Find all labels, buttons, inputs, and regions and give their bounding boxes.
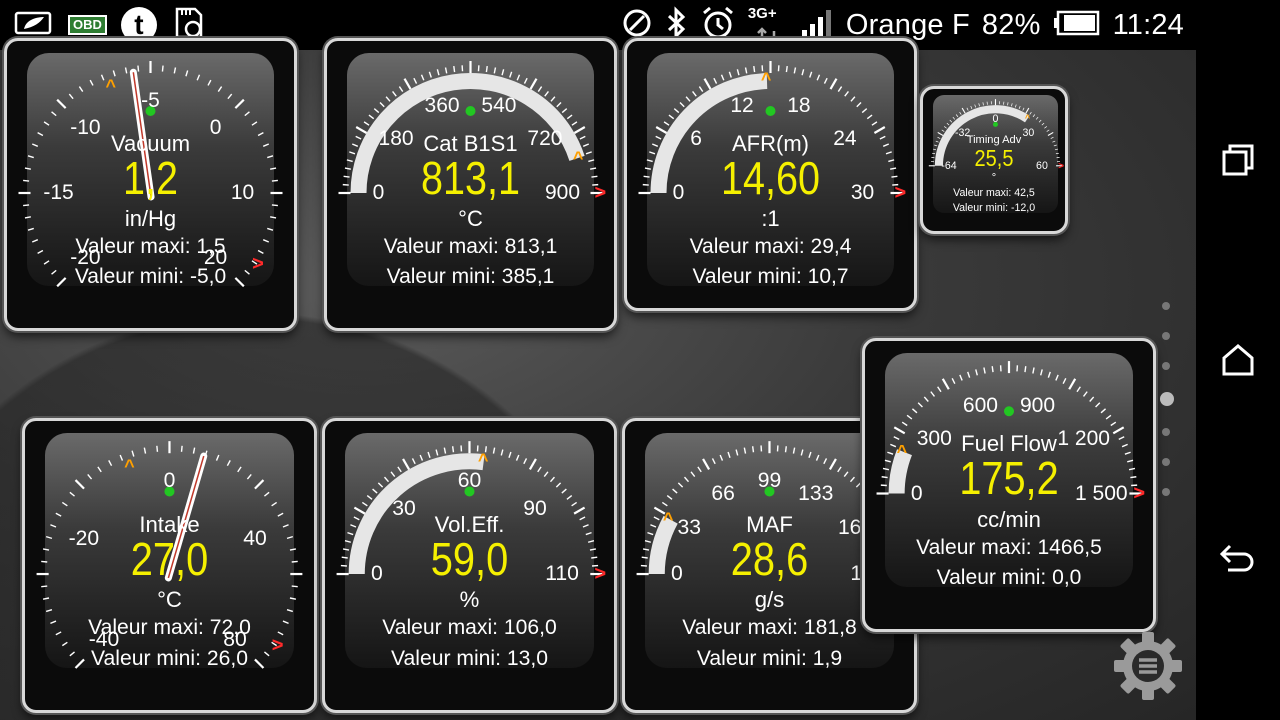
- gauge-min-stat: Valeur mini: 26,0: [91, 646, 248, 670]
- tick-label: 900: [1019, 393, 1056, 417]
- clock-time: 11:24: [1112, 8, 1184, 41]
- gauge-min-stat: Valeur mini: 13,0: [391, 646, 548, 670]
- gauge-value: 175,2: [959, 452, 1059, 505]
- gauge-value: 14,60: [720, 152, 821, 204]
- tick-label: 18: [787, 93, 811, 117]
- gauge-value: 813,1: [420, 152, 521, 204]
- settings-menu-button[interactable]: [1112, 630, 1184, 702]
- gauge-value: 28,6: [730, 532, 809, 585]
- gauge-min-stat: Valeur mini: -12,0: [952, 202, 1036, 215]
- tick-label: 66: [711, 481, 735, 505]
- svg-text:>: >: [895, 182, 907, 204]
- tick-label: 360: [424, 93, 460, 117]
- gauge-unit: °: [991, 172, 997, 185]
- gauge-value: 59,0: [430, 532, 509, 585]
- gauge-center-dot: [765, 106, 776, 116]
- gauge-max-stat: Valeur maxi: 1466,5: [916, 535, 1102, 559]
- gauge-min-stat: Valeur mini: 385,1: [386, 265, 555, 288]
- svg-text:^: ^: [106, 76, 117, 96]
- gauge-cat-b1s1[interactable]: > ^ 0 180 360 540 720 900 Cat B1S1 813,1 °C Valeur …: [324, 38, 617, 331]
- recent-apps-icon: [1222, 144, 1254, 176]
- svg-text:^: ^: [1025, 113, 1031, 123]
- gauge-fuel-flow[interactable]: > ^ 0 300 600 900 1 200 1 500 Fuel Flow 175,2 cc/m…: [862, 338, 1156, 632]
- gauge-value: 27,0: [130, 532, 209, 585]
- gauge-max-stat: Valeur maxi: 1,5: [75, 235, 226, 258]
- svg-text:>: >: [595, 182, 607, 204]
- page-dot[interactable]: [1162, 488, 1170, 496]
- svg-text:^: ^: [761, 69, 772, 89]
- home-button[interactable]: [1196, 320, 1280, 400]
- dashboard-screen: OBD t 3G+ Orange F 82% 11:24 > ^ -20 -15…: [0, 0, 1196, 720]
- tick-label: 99: [757, 469, 782, 493]
- home-icon: [1222, 344, 1254, 376]
- page-dot[interactable]: [1162, 362, 1170, 370]
- gauge-vol-eff[interactable]: > ^ 0 30 60 90 110 Vol.Eff. 59,0% Valeur maxi: 10…: [322, 418, 617, 713]
- tick-label: 12: [730, 93, 754, 117]
- image-icon: [14, 9, 54, 42]
- battery-percent: 82%: [981, 8, 1041, 41]
- gauge-unit: :1: [761, 206, 780, 231]
- page-dot[interactable]: [1162, 332, 1170, 340]
- svg-text:>: >: [594, 563, 606, 585]
- gauge-unit: cc/min: [977, 506, 1041, 532]
- gauge-max-stat: Valeur maxi: 106,0: [382, 616, 557, 640]
- page-dot[interactable]: [1162, 428, 1170, 436]
- gear-icon: [1114, 632, 1182, 700]
- gauge-vacuum[interactable]: > ^ -20 -15 -10 -5 0 10 20 Vacuum 1,2 in/Hg Valeur m…: [4, 38, 297, 331]
- gauge-max-stat: Valeur maxi: 42,5: [953, 186, 1035, 199]
- tick-label: 133: [798, 481, 834, 505]
- page-dot[interactable]: [1162, 458, 1170, 466]
- gauge-center-dot: [465, 106, 476, 116]
- svg-text:>: >: [1133, 483, 1145, 505]
- obd-icon: OBD: [68, 15, 107, 35]
- tick-label: 600: [962, 393, 999, 417]
- gauge-unit: °C: [157, 587, 182, 613]
- gauge-unit: in/Hg: [124, 206, 177, 231]
- tick-label: 60: [457, 469, 482, 493]
- gauge-min-stat: Valeur mini: 0,0: [936, 565, 1082, 589]
- back-icon: [1219, 544, 1254, 572]
- battery-icon: [1053, 10, 1101, 41]
- tick-label: 540: [481, 93, 517, 117]
- gauge-unit: %: [459, 587, 480, 613]
- carrier-name: Orange F: [845, 8, 970, 41]
- svg-text:^: ^: [124, 456, 135, 476]
- gauge-value: 1,2: [122, 152, 178, 204]
- tick-label: -5: [141, 89, 160, 112]
- gauge-center-dot: [1003, 406, 1015, 417]
- gauge-max-stat: Valeur maxi: 72,0: [88, 616, 251, 640]
- page-indicator: [1160, 302, 1174, 518]
- gauge-timing-adv[interactable]: > ^ -64 -32 0 30 60 Timing Adv 25,5 ° Valeur maxi:…: [920, 86, 1068, 234]
- svg-text:^: ^: [478, 450, 489, 470]
- gauge-unit: °C: [458, 206, 483, 231]
- page-dot[interactable]: [1160, 392, 1174, 406]
- recent-apps-button[interactable]: [1196, 120, 1280, 200]
- gauge-max-stat: Valeur maxi: 29,4: [689, 235, 852, 258]
- tick-label: 0: [992, 113, 999, 126]
- navigation-bar: [1196, 0, 1280, 720]
- gauge-min-stat: Valeur mini: -5,0: [74, 265, 227, 288]
- back-button[interactable]: [1196, 520, 1280, 600]
- gauge-min-stat: Valeur mini: 1,9: [696, 646, 843, 670]
- tick-label: 0: [163, 469, 176, 493]
- gauge-intake[interactable]: > ^ -40 -20 0 40 80 Intake 27,0 °C Valeur maxi: 72…: [22, 418, 317, 713]
- network-label: 3G+: [747, 5, 777, 22]
- page-dot[interactable]: [1162, 302, 1170, 310]
- gauge-afr[interactable]: > ^ 0 6 12 18 24 30 AFR(m) 14,60:1 Valeur maxi: 29…: [624, 38, 917, 311]
- gauge-max-stat: Valeur maxi: 813,1: [383, 235, 558, 258]
- svg-text:>: >: [1058, 161, 1064, 172]
- gauge-value: 25,5: [974, 144, 1014, 171]
- gauge-min-stat: Valeur mini: 10,7: [692, 265, 849, 288]
